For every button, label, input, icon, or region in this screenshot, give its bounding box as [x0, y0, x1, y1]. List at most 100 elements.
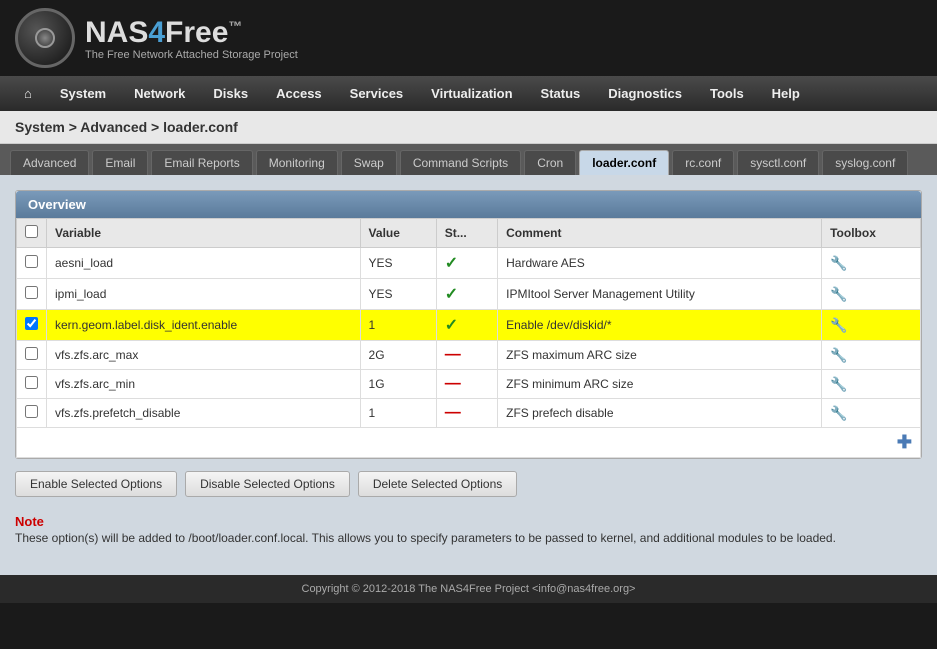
logo-tm: ™ — [228, 18, 242, 34]
row-checkbox-cell — [17, 248, 47, 279]
options-table: Variable Value St... Comment Toolbox aes… — [16, 218, 921, 458]
overview-box: Overview Variable Value St... Comment To… — [15, 190, 922, 459]
add-cell: ✚ — [17, 428, 921, 458]
table-row: vfs.zfs.prefetch_disable 1 — ZFS prefech… — [17, 399, 921, 428]
nav-access[interactable]: Access — [262, 76, 336, 111]
status-check-icon: ✓ — [445, 255, 458, 272]
col-header-checkbox — [17, 219, 47, 248]
disable-selected-button[interactable]: Disable Selected Options — [185, 471, 350, 497]
row-comment: ZFS prefech disable — [498, 399, 822, 428]
tab-email[interactable]: Email — [92, 150, 148, 175]
tab-email-reports[interactable]: Email Reports — [151, 150, 252, 175]
overview-header: Overview — [16, 191, 921, 218]
nav-help[interactable]: Help — [758, 76, 814, 111]
tab-monitoring[interactable]: Monitoring — [256, 150, 338, 175]
toolbox-edit-icon[interactable]: 🔧 — [830, 347, 847, 363]
row-checkbox-cell — [17, 279, 47, 310]
row-checkbox[interactable] — [25, 255, 38, 268]
row-comment: ZFS maximum ARC size — [498, 341, 822, 370]
status-dash-icon: — — [445, 404, 461, 421]
tab-bar: Advanced Email Email Reports Monitoring … — [0, 144, 937, 175]
tab-cron[interactable]: Cron — [524, 150, 576, 175]
footer: Copyright © 2012-2018 The NAS4Free Proje… — [0, 575, 937, 603]
nav-tools[interactable]: Tools — [696, 76, 758, 111]
row-checkbox-cell — [17, 399, 47, 428]
nav-diagnostics[interactable]: Diagnostics — [594, 76, 696, 111]
nav-services[interactable]: Services — [336, 76, 418, 111]
row-variable: vfs.zfs.arc_min — [47, 370, 361, 399]
nav-home[interactable]: ⌂ — [10, 76, 46, 111]
logo-subtitle: The Free Network Attached Storage Projec… — [85, 49, 298, 61]
row-checkbox[interactable] — [25, 317, 38, 330]
row-checkbox-cell — [17, 310, 47, 341]
col-header-status: St... — [436, 219, 497, 248]
main-content: Overview Variable Value St... Comment To… — [0, 175, 937, 575]
tab-swap[interactable]: Swap — [341, 150, 397, 175]
main-nav: ⌂ System Network Disks Access Services V… — [0, 76, 937, 111]
note-title: Note — [15, 514, 922, 529]
logo-area: NAS4Free™ The Free Network Attached Stor… — [15, 8, 298, 68]
row-checkbox[interactable] — [25, 286, 38, 299]
row-variable: vfs.zfs.prefetch_disable — [47, 399, 361, 428]
row-comment: Enable /dev/diskid/* — [498, 310, 822, 341]
toolbox-edit-icon[interactable]: 🔧 — [830, 317, 847, 333]
toolbox-edit-icon[interactable]: 🔧 — [830, 376, 847, 392]
note-area: Note These option(s) will be added to /b… — [15, 509, 922, 552]
action-buttons-bar: Enable Selected Options Disable Selected… — [15, 459, 922, 509]
col-header-value: Value — [360, 219, 436, 248]
table-row: aesni_load YES ✓ Hardware AES 🔧 — [17, 248, 921, 279]
row-toolbox: 🔧 — [822, 399, 921, 428]
col-header-toolbox: Toolbox — [822, 219, 921, 248]
add-row: ✚ — [17, 428, 921, 458]
row-status: ✓ — [436, 279, 497, 310]
logo-circle-icon — [15, 8, 75, 68]
nav-status[interactable]: Status — [527, 76, 595, 111]
row-toolbox: 🔧 — [822, 341, 921, 370]
row-comment: ZFS minimum ARC size — [498, 370, 822, 399]
row-checkbox-cell — [17, 341, 47, 370]
row-checkbox[interactable] — [25, 376, 38, 389]
nav-disks[interactable]: Disks — [199, 76, 262, 111]
row-value: 2G — [360, 341, 436, 370]
tab-loader-conf[interactable]: loader.conf — [579, 150, 669, 175]
row-toolbox: 🔧 — [822, 279, 921, 310]
tab-syslog-conf[interactable]: syslog.conf — [822, 150, 908, 175]
col-header-comment: Comment — [498, 219, 822, 248]
tab-command-scripts[interactable]: Command Scripts — [400, 150, 521, 175]
logo-title: NAS4Free™ — [85, 16, 298, 49]
col-header-variable: Variable — [47, 219, 361, 248]
row-toolbox: 🔧 — [822, 310, 921, 341]
row-comment: Hardware AES — [498, 248, 822, 279]
toolbox-edit-icon[interactable]: 🔧 — [830, 405, 847, 421]
breadcrumb: System > Advanced > loader.conf — [0, 111, 937, 144]
enable-selected-button[interactable]: Enable Selected Options — [15, 471, 177, 497]
nav-network[interactable]: Network — [120, 76, 199, 111]
row-variable: ipmi_load — [47, 279, 361, 310]
note-text: These option(s) will be added to /boot/l… — [15, 529, 922, 547]
tab-advanced[interactable]: Advanced — [10, 150, 89, 175]
row-status: ✓ — [436, 310, 497, 341]
footer-text: Copyright © 2012-2018 The NAS4Free Proje… — [302, 583, 636, 595]
row-status: ✓ — [436, 248, 497, 279]
toolbox-edit-icon[interactable]: 🔧 — [830, 255, 847, 271]
tab-rc-conf[interactable]: rc.conf — [672, 150, 734, 175]
row-value: YES — [360, 279, 436, 310]
toolbox-edit-icon[interactable]: 🔧 — [830, 286, 847, 302]
status-dash-icon: — — [445, 375, 461, 392]
delete-selected-button[interactable]: Delete Selected Options — [358, 471, 517, 497]
status-dash-icon: — — [445, 346, 461, 363]
row-value: YES — [360, 248, 436, 279]
row-status: — — [436, 341, 497, 370]
tab-sysctl-conf[interactable]: sysctl.conf — [737, 150, 819, 175]
page-header: NAS4Free™ The Free Network Attached Stor… — [0, 0, 937, 76]
row-toolbox: 🔧 — [822, 248, 921, 279]
select-all-checkbox[interactable] — [25, 225, 38, 238]
row-checkbox[interactable] — [25, 405, 38, 418]
row-status: — — [436, 399, 497, 428]
row-status: — — [436, 370, 497, 399]
table-row: ipmi_load YES ✓ IPMItool Server Manageme… — [17, 279, 921, 310]
nav-system[interactable]: System — [46, 76, 120, 111]
nav-virtualization[interactable]: Virtualization — [417, 76, 526, 111]
add-option-icon[interactable]: ✚ — [897, 432, 912, 452]
row-checkbox[interactable] — [25, 347, 38, 360]
